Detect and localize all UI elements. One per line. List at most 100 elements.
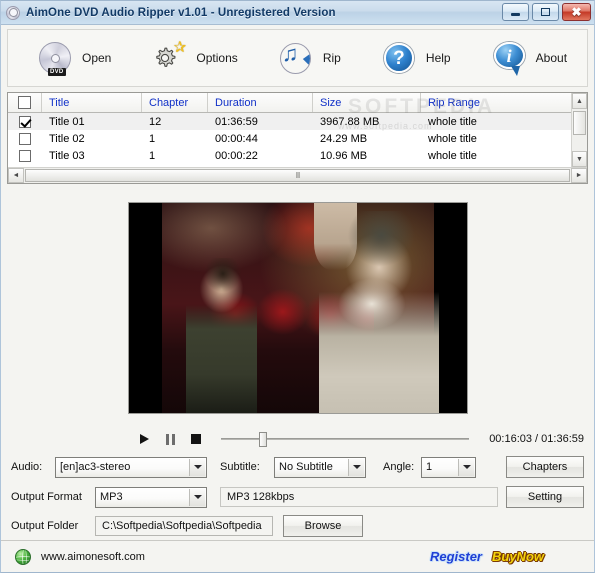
audio-label: Audio: bbox=[11, 461, 43, 473]
play-button[interactable] bbox=[131, 429, 157, 449]
buy-now-link[interactable]: BuyNow bbox=[492, 549, 544, 564]
list-vertical-scrollbar[interactable]: ▲ ▼ bbox=[571, 93, 587, 167]
scroll-down-button[interactable]: ▼ bbox=[572, 151, 587, 167]
list-horizontal-scrollbar[interactable]: ◄ III ► bbox=[8, 167, 587, 183]
output-folder-row: Output Folder C:\Softpedia\Softpedia\Sof… bbox=[1, 512, 594, 540]
seek-slider[interactable] bbox=[221, 429, 469, 449]
cell-title: Title 01 bbox=[49, 115, 85, 128]
dvd-app-icon bbox=[5, 5, 21, 21]
scroll-left-button[interactable]: ◄ bbox=[8, 168, 24, 183]
maximize-icon bbox=[541, 8, 550, 16]
website-link[interactable]: www.aimonesoft.com bbox=[41, 551, 145, 563]
globe-icon bbox=[15, 548, 31, 565]
column-header-rip-range[interactable]: Rip Range bbox=[421, 93, 571, 112]
setting-button[interactable]: Setting bbox=[506, 486, 584, 508]
cell-chapter: 1 bbox=[149, 149, 156, 162]
question-circle-icon: ? bbox=[380, 39, 418, 77]
chevron-down-icon[interactable] bbox=[348, 458, 364, 476]
row-checkbox[interactable] bbox=[19, 115, 31, 128]
angle-selected-value: 1 bbox=[426, 461, 433, 473]
status-bar: www.aimonesoft.com Register BuyNow bbox=[1, 540, 594, 572]
row-checkbox-cell[interactable] bbox=[8, 149, 42, 162]
title-list-rows: Title 01 12 01:36:59 3967.88 MB whole ti… bbox=[8, 113, 571, 167]
minimize-button[interactable] bbox=[502, 3, 529, 21]
close-button[interactable]: ✖ bbox=[562, 3, 591, 21]
video-person-left bbox=[185, 257, 257, 413]
cell-size: 3967.88 MB bbox=[320, 115, 380, 128]
rip-label: Rip bbox=[322, 51, 341, 65]
cell-rip-range: whole title bbox=[428, 132, 477, 145]
subtitle-label: Subtitle: bbox=[220, 461, 260, 473]
row-checkbox-cell[interactable] bbox=[8, 115, 42, 128]
angle-select[interactable]: 1 bbox=[421, 456, 476, 478]
close-icon: ✖ bbox=[571, 5, 582, 19]
scroll-right-button[interactable]: ► bbox=[571, 168, 587, 183]
hscroll-thumb[interactable]: III bbox=[25, 169, 570, 182]
video-frame-image bbox=[161, 203, 439, 413]
column-header-size[interactable]: Size bbox=[313, 93, 421, 112]
header-select-all[interactable] bbox=[8, 93, 42, 112]
register-link[interactable]: Register bbox=[430, 549, 482, 564]
help-button[interactable]: ? Help bbox=[378, 39, 453, 77]
open-button[interactable]: DVD Open bbox=[34, 39, 113, 77]
cell-rip-range: whole title bbox=[428, 149, 477, 162]
stream-options-row: Audio: [en]ac3-stereo Subtitle: No Subti… bbox=[1, 452, 594, 482]
pause-icon bbox=[165, 433, 175, 445]
seek-thumb[interactable] bbox=[259, 432, 268, 447]
video-preview[interactable] bbox=[127, 202, 468, 414]
subtitle-selected-value: No Subtitle bbox=[279, 461, 333, 473]
video-person-right bbox=[319, 211, 439, 413]
output-format-value: MP3 bbox=[100, 491, 123, 503]
video-preview-area bbox=[1, 184, 594, 426]
audio-select[interactable]: [en]ac3-stereo bbox=[55, 456, 207, 478]
application-window: AimOne DVD Audio Ripper v1.01 - Unregist… bbox=[0, 0, 595, 573]
chevron-down-icon[interactable] bbox=[189, 488, 205, 506]
options-button[interactable]: ✰ Options bbox=[148, 39, 239, 77]
vscroll-track[interactable] bbox=[572, 109, 587, 151]
output-format-info: MP3 128kbps bbox=[220, 487, 498, 507]
column-header-duration[interactable]: Duration bbox=[208, 93, 313, 112]
cell-duration: 00:00:44 bbox=[215, 132, 258, 145]
row-checkbox-cell[interactable] bbox=[8, 132, 42, 145]
window-controls: ✖ bbox=[502, 3, 591, 21]
browse-button[interactable]: Browse bbox=[283, 515, 363, 537]
chevron-down-icon[interactable] bbox=[189, 458, 205, 476]
rip-button[interactable]: ♫ Rip bbox=[275, 39, 343, 77]
table-row[interactable]: Title 01 12 01:36:59 3967.88 MB whole ti… bbox=[8, 113, 571, 130]
output-folder-input[interactable]: C:\Softpedia\Softpedia\Softpedia bbox=[95, 516, 273, 536]
select-all-checkbox[interactable] bbox=[18, 96, 31, 109]
about-button[interactable]: i About bbox=[488, 39, 569, 77]
hscroll-track[interactable]: III bbox=[24, 168, 571, 183]
output-format-row: Output Format MP3 MP3 128kbps Setting bbox=[1, 482, 594, 512]
row-checkbox[interactable] bbox=[19, 132, 31, 145]
maximize-button[interactable] bbox=[532, 3, 559, 21]
chapters-button[interactable]: Chapters bbox=[506, 456, 584, 478]
about-label: About bbox=[535, 51, 568, 65]
pause-button[interactable] bbox=[157, 429, 183, 449]
cell-title: Title 02 bbox=[49, 132, 85, 145]
gear-star-icon: ✰ bbox=[150, 39, 188, 77]
vscroll-thumb[interactable] bbox=[573, 111, 586, 135]
cell-chapter: 1 bbox=[149, 132, 156, 145]
scroll-up-button[interactable]: ▲ bbox=[572, 93, 587, 109]
table-row[interactable]: Title 03 1 00:00:22 10.96 MB whole title bbox=[8, 147, 571, 164]
info-bubble-icon: i bbox=[490, 39, 528, 77]
stop-button[interactable] bbox=[183, 429, 209, 449]
title-bar: AimOne DVD Audio Ripper v1.01 - Unregist… bbox=[1, 1, 594, 25]
table-row[interactable]: Title 02 1 00:00:44 24.29 MB whole title bbox=[8, 130, 571, 147]
stop-icon bbox=[191, 434, 201, 444]
chevron-down-icon[interactable] bbox=[458, 458, 474, 476]
column-header-title[interactable]: Title bbox=[42, 93, 142, 112]
column-header-chapter[interactable]: Chapter bbox=[142, 93, 208, 112]
client-area: DVD Open ✰ Options ♫ Rip ? Help i About … bbox=[1, 25, 594, 572]
subtitle-select[interactable]: No Subtitle bbox=[274, 456, 366, 478]
cell-chapter: 12 bbox=[149, 115, 162, 128]
audio-selected-value: [en]ac3-stereo bbox=[60, 461, 131, 473]
cell-size: 24.29 MB bbox=[320, 132, 368, 145]
row-checkbox[interactable] bbox=[19, 149, 31, 162]
output-format-select[interactable]: MP3 bbox=[95, 486, 207, 508]
title-list-header: Title Chapter Duration Size Rip Range bbox=[8, 93, 571, 113]
play-icon bbox=[139, 434, 149, 444]
title-list-body: Title Chapter Duration Size Rip Range Ti… bbox=[8, 93, 587, 167]
cell-size: 10.96 MB bbox=[320, 149, 368, 162]
